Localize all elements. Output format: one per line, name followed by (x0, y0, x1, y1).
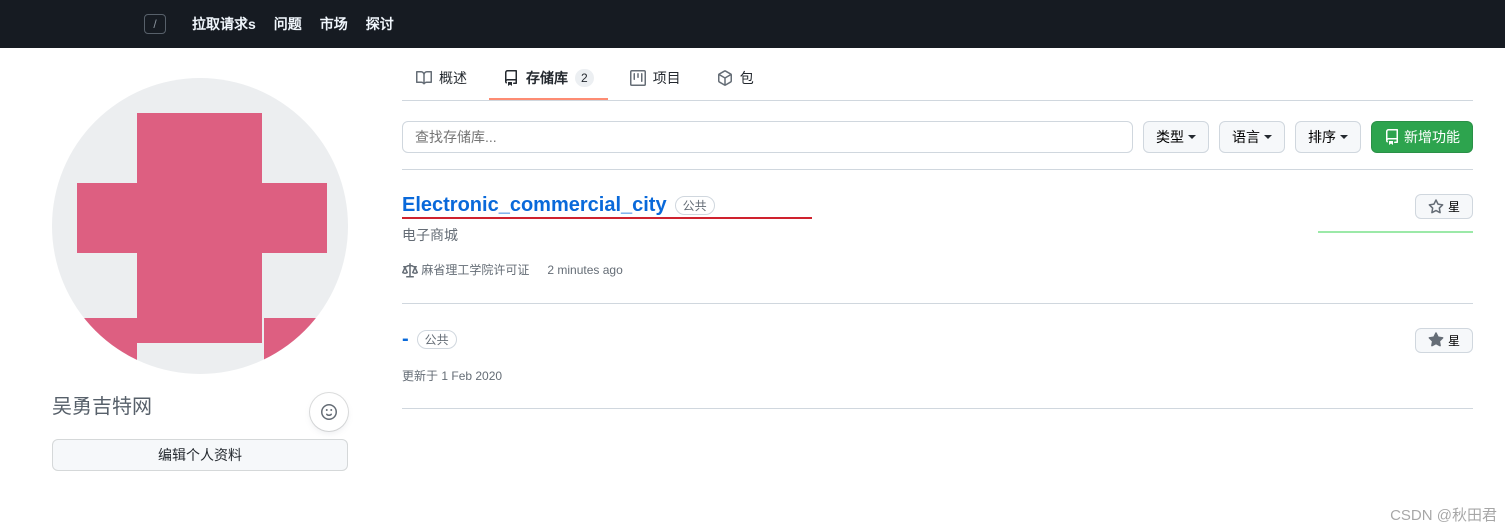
nav-marketplace[interactable]: 市场 (320, 14, 348, 34)
sort-filter-button[interactable]: 排序 (1295, 121, 1361, 153)
updated-time: 1 Feb 2020 (441, 369, 502, 383)
main-content: 概述 存储库 2 项目 包 类型 语言 排序 新增功能 (372, 48, 1473, 471)
tab-repositories[interactable]: 存储库 2 (489, 58, 608, 100)
tab-repositories-label: 存储库 (526, 68, 568, 88)
set-status-button[interactable] (310, 393, 348, 431)
language-filter-button[interactable]: 语言 (1219, 121, 1285, 153)
repo-icon (503, 70, 519, 86)
repo-count-badge: 2 (575, 69, 594, 87)
repo-name-link[interactable]: Electronic_commercial_city (402, 194, 667, 217)
repo-meta: 更新于 1 Feb 2020 (402, 367, 502, 384)
caret-down-icon (1264, 135, 1272, 139)
caret-down-icon (1340, 135, 1348, 139)
search-shortcut-key[interactable]: / (144, 14, 166, 34)
project-icon (630, 70, 646, 86)
repo-item: - 公共 更新于 1 Feb 2020 星 (402, 304, 1473, 409)
law-icon (402, 263, 418, 279)
edit-profile-button[interactable]: 编辑个人资料 (52, 439, 348, 471)
package-icon (717, 70, 733, 86)
tab-overview-label: 概述 (439, 68, 467, 88)
repo-icon (1384, 129, 1400, 145)
tab-overview[interactable]: 概述 (402, 58, 481, 100)
repo-description: 电子商城 (402, 225, 715, 245)
star-button[interactable]: 星 (1415, 328, 1473, 353)
nav-explore[interactable]: 探讨 (366, 14, 394, 34)
profile-tabs: 概述 存储库 2 项目 包 (402, 58, 1473, 101)
type-filter-button[interactable]: 类型 (1143, 121, 1209, 153)
global-header: / 拉取请求s 问题 市场 探讨 (0, 0, 1505, 48)
book-icon (416, 70, 432, 86)
header-nav: 拉取请求s 问题 市场 探讨 (192, 14, 394, 34)
watermark: CSDN @秋田君 (1390, 504, 1497, 525)
smiley-icon (321, 404, 337, 420)
tab-packages-label: 包 (740, 68, 754, 88)
search-input[interactable] (402, 121, 1133, 153)
profile-sidebar: 吴勇吉特网 编辑个人资料 (32, 48, 372, 471)
star-icon (1428, 199, 1444, 215)
star-button[interactable]: 星 (1415, 194, 1473, 219)
repo-name-link[interactable]: - (402, 328, 409, 351)
repo-list: Electronic_commercial_city 公共 电子商城 麻省理工学… (402, 169, 1473, 409)
repo-controls: 类型 语言 排序 新增功能 (402, 121, 1473, 153)
user-avatar[interactable] (52, 78, 348, 374)
nav-issues[interactable]: 问题 (274, 14, 302, 34)
tab-projects[interactable]: 项目 (616, 58, 695, 100)
new-repo-button[interactable]: 新增功能 (1371, 121, 1473, 153)
updated-time: 2 minutes ago (547, 263, 622, 277)
activity-graph (1318, 231, 1473, 233)
tab-projects-label: 项目 (653, 68, 681, 88)
repo-item: Electronic_commercial_city 公共 电子商城 麻省理工学… (402, 169, 1473, 304)
identicon-image (52, 78, 348, 374)
tab-packages[interactable]: 包 (703, 58, 768, 100)
star-icon (1428, 332, 1444, 348)
visibility-badge: 公共 (417, 330, 457, 349)
repo-meta: 麻省理工学院许可证 2 minutes ago (402, 261, 715, 279)
visibility-badge: 公共 (675, 196, 715, 215)
nav-pull-requests[interactable]: 拉取请求s (192, 14, 256, 34)
license-name: 麻省理工学院许可证 (421, 263, 529, 277)
caret-down-icon (1188, 135, 1196, 139)
